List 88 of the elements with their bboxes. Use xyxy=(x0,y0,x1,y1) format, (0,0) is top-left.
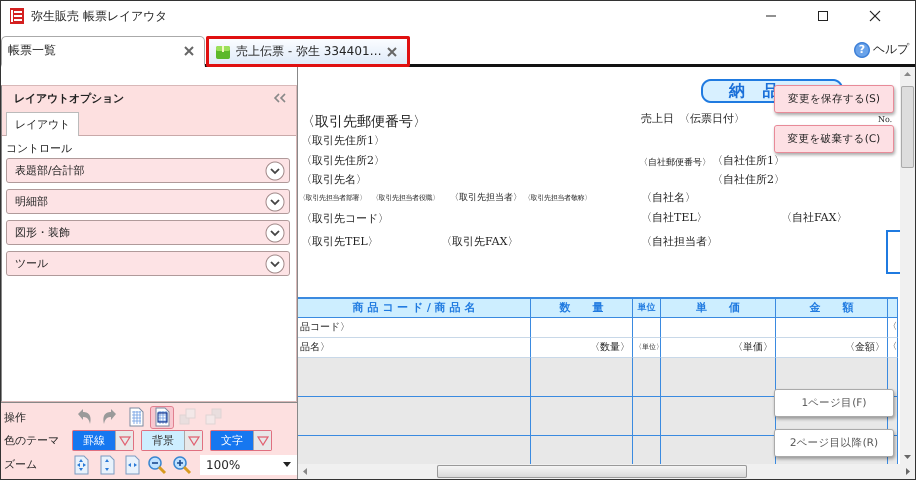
report-field[interactable]: 〈自社担当者〉 xyxy=(641,235,718,249)
table-cell xyxy=(633,318,661,338)
toolbar-label: 操作 xyxy=(4,410,27,425)
group-label: 明細部 xyxy=(15,194,48,209)
column-header xyxy=(888,297,898,318)
report-field[interactable]: 売上日 xyxy=(641,112,674,126)
dropdown-arrow-icon xyxy=(188,436,200,446)
chevron-icon xyxy=(265,160,285,180)
section-label: コントロール xyxy=(6,141,73,156)
report-field[interactable]: 〈取引先郵便番号〉 xyxy=(301,113,427,131)
group-label: ツール xyxy=(15,256,48,271)
zoom-select[interactable]: 100% xyxy=(200,454,297,475)
table-cell xyxy=(633,358,661,397)
vertical-scrollbar[interactable] xyxy=(900,67,915,464)
zoom-in-icon xyxy=(172,454,192,475)
document-tab[interactable]: 売上伝票 - 弥生 334401… xyxy=(206,36,410,67)
report-field[interactable]: 〈自社FAX〉 xyxy=(781,211,848,225)
scroll-thumb[interactable] xyxy=(901,86,914,168)
horizontal-scrollbar[interactable] xyxy=(298,464,915,479)
chevron-icon xyxy=(265,192,285,212)
table-cell: 〈 xyxy=(888,318,898,338)
scroll-left-icon[interactable] xyxy=(303,468,307,475)
stacked-squares-icon xyxy=(204,407,224,428)
dropdown-arrow-icon xyxy=(256,436,268,446)
window-title: 弥生販売 帳票レイアウタ xyxy=(31,8,167,24)
accordion-header[interactable]: 明細部 xyxy=(6,189,290,214)
dropdown-button[interactable] xyxy=(115,431,133,450)
page-button[interactable]: 2ページ目以降(R) xyxy=(774,429,894,457)
tab-label: 帳票一覧 xyxy=(8,42,57,59)
scroll-thumb[interactable] xyxy=(437,465,747,478)
package-icon xyxy=(215,44,231,60)
accordion-header[interactable]: 表題部/合計部 xyxy=(6,158,290,183)
tab-label: 売上伝票 - 弥生 334401… xyxy=(236,43,382,60)
toolbar-label: ズーム xyxy=(4,457,38,472)
accordion-header[interactable]: ツール xyxy=(6,251,290,276)
report-field[interactable]: 〈取引先コード〉 xyxy=(301,212,389,226)
table-cell: 品コード〉 xyxy=(298,318,531,338)
report-field[interactable]: 〈自社住所2〉 xyxy=(712,173,785,187)
report-field[interactable]: 〈自社名〉 xyxy=(641,191,696,205)
dropdown-arrow-icon xyxy=(118,436,130,446)
dropdown-button[interactable] xyxy=(184,431,202,450)
color-swatch[interactable]: 文字 xyxy=(211,431,253,450)
report-field[interactable]: 〈取引先住所2〉 xyxy=(301,154,385,168)
report-field[interactable]: No. xyxy=(878,115,892,124)
scroll-down-icon[interactable] xyxy=(904,455,911,459)
report-field[interactable]: 〈自社TEL〉 xyxy=(641,211,708,225)
action-button[interactable]: 変更を保存する(S) xyxy=(774,85,894,113)
color-swatch[interactable]: 背景 xyxy=(142,431,184,450)
report-field[interactable]: 〈取引先住所1〉 xyxy=(301,134,385,148)
close-icon[interactable] xyxy=(869,10,881,22)
report-field[interactable]: 〈取引先名〉 xyxy=(301,173,367,187)
toolbar-label: 色のテーマ xyxy=(4,433,60,448)
report-field[interactable]: 〈自社住所1〉 xyxy=(712,154,785,168)
column-header: 単位 xyxy=(633,297,661,318)
table-cell xyxy=(633,436,661,464)
zoom-out-icon xyxy=(147,454,168,475)
app-icon xyxy=(9,8,25,24)
report-field[interactable]: 〈取引先FAX〉 xyxy=(441,235,518,249)
maximize-icon[interactable] xyxy=(817,10,829,22)
table-cell xyxy=(633,397,661,436)
collapse-icon[interactable] xyxy=(274,93,286,103)
help-button[interactable]: ? ヘルプ xyxy=(854,41,909,58)
chevron-icon xyxy=(265,222,285,242)
dropdown-button[interactable] xyxy=(253,431,271,450)
document-tab[interactable]: 帳票一覧 xyxy=(1,36,205,67)
accordion-header[interactable]: 図形・装飾 xyxy=(6,220,290,245)
column-header: 商 品 コ ー ド / 商 品 名 xyxy=(298,297,531,318)
group-label: 表題部/合計部 xyxy=(15,163,85,178)
report-field[interactable]: 〈自社郵便番号〉 xyxy=(639,156,711,170)
toolbar-button[interactable] xyxy=(150,406,174,429)
stacked-squares-icon xyxy=(178,407,198,428)
column-header: 単 価 xyxy=(661,297,776,318)
column-header: 金 額 xyxy=(776,297,888,318)
color-swatch[interactable]: 罫線 xyxy=(73,431,115,450)
page-button[interactable]: 1ページ目(F) xyxy=(774,389,894,417)
chevron-icon xyxy=(265,254,285,274)
scroll-right-icon[interactable] xyxy=(906,468,910,475)
panel-tab[interactable]: レイアウト xyxy=(6,112,79,136)
scroll-up-icon[interactable] xyxy=(904,72,911,76)
report-field[interactable]: 〈伝票日付〉 xyxy=(679,112,745,126)
column-header: 数 量 xyxy=(531,297,633,318)
action-button[interactable]: 変更を破棄する(C) xyxy=(774,125,894,153)
report-field[interactable]: 〈取引先担当者〉 xyxy=(450,191,522,205)
caret-icon xyxy=(283,462,291,468)
report-field[interactable]: 〈取引先TEL〉 xyxy=(301,235,379,249)
group-label: 図形・装飾 xyxy=(15,225,70,240)
panel-title: レイアウトオプション xyxy=(14,90,124,106)
help-icon: ? xyxy=(854,42,870,58)
